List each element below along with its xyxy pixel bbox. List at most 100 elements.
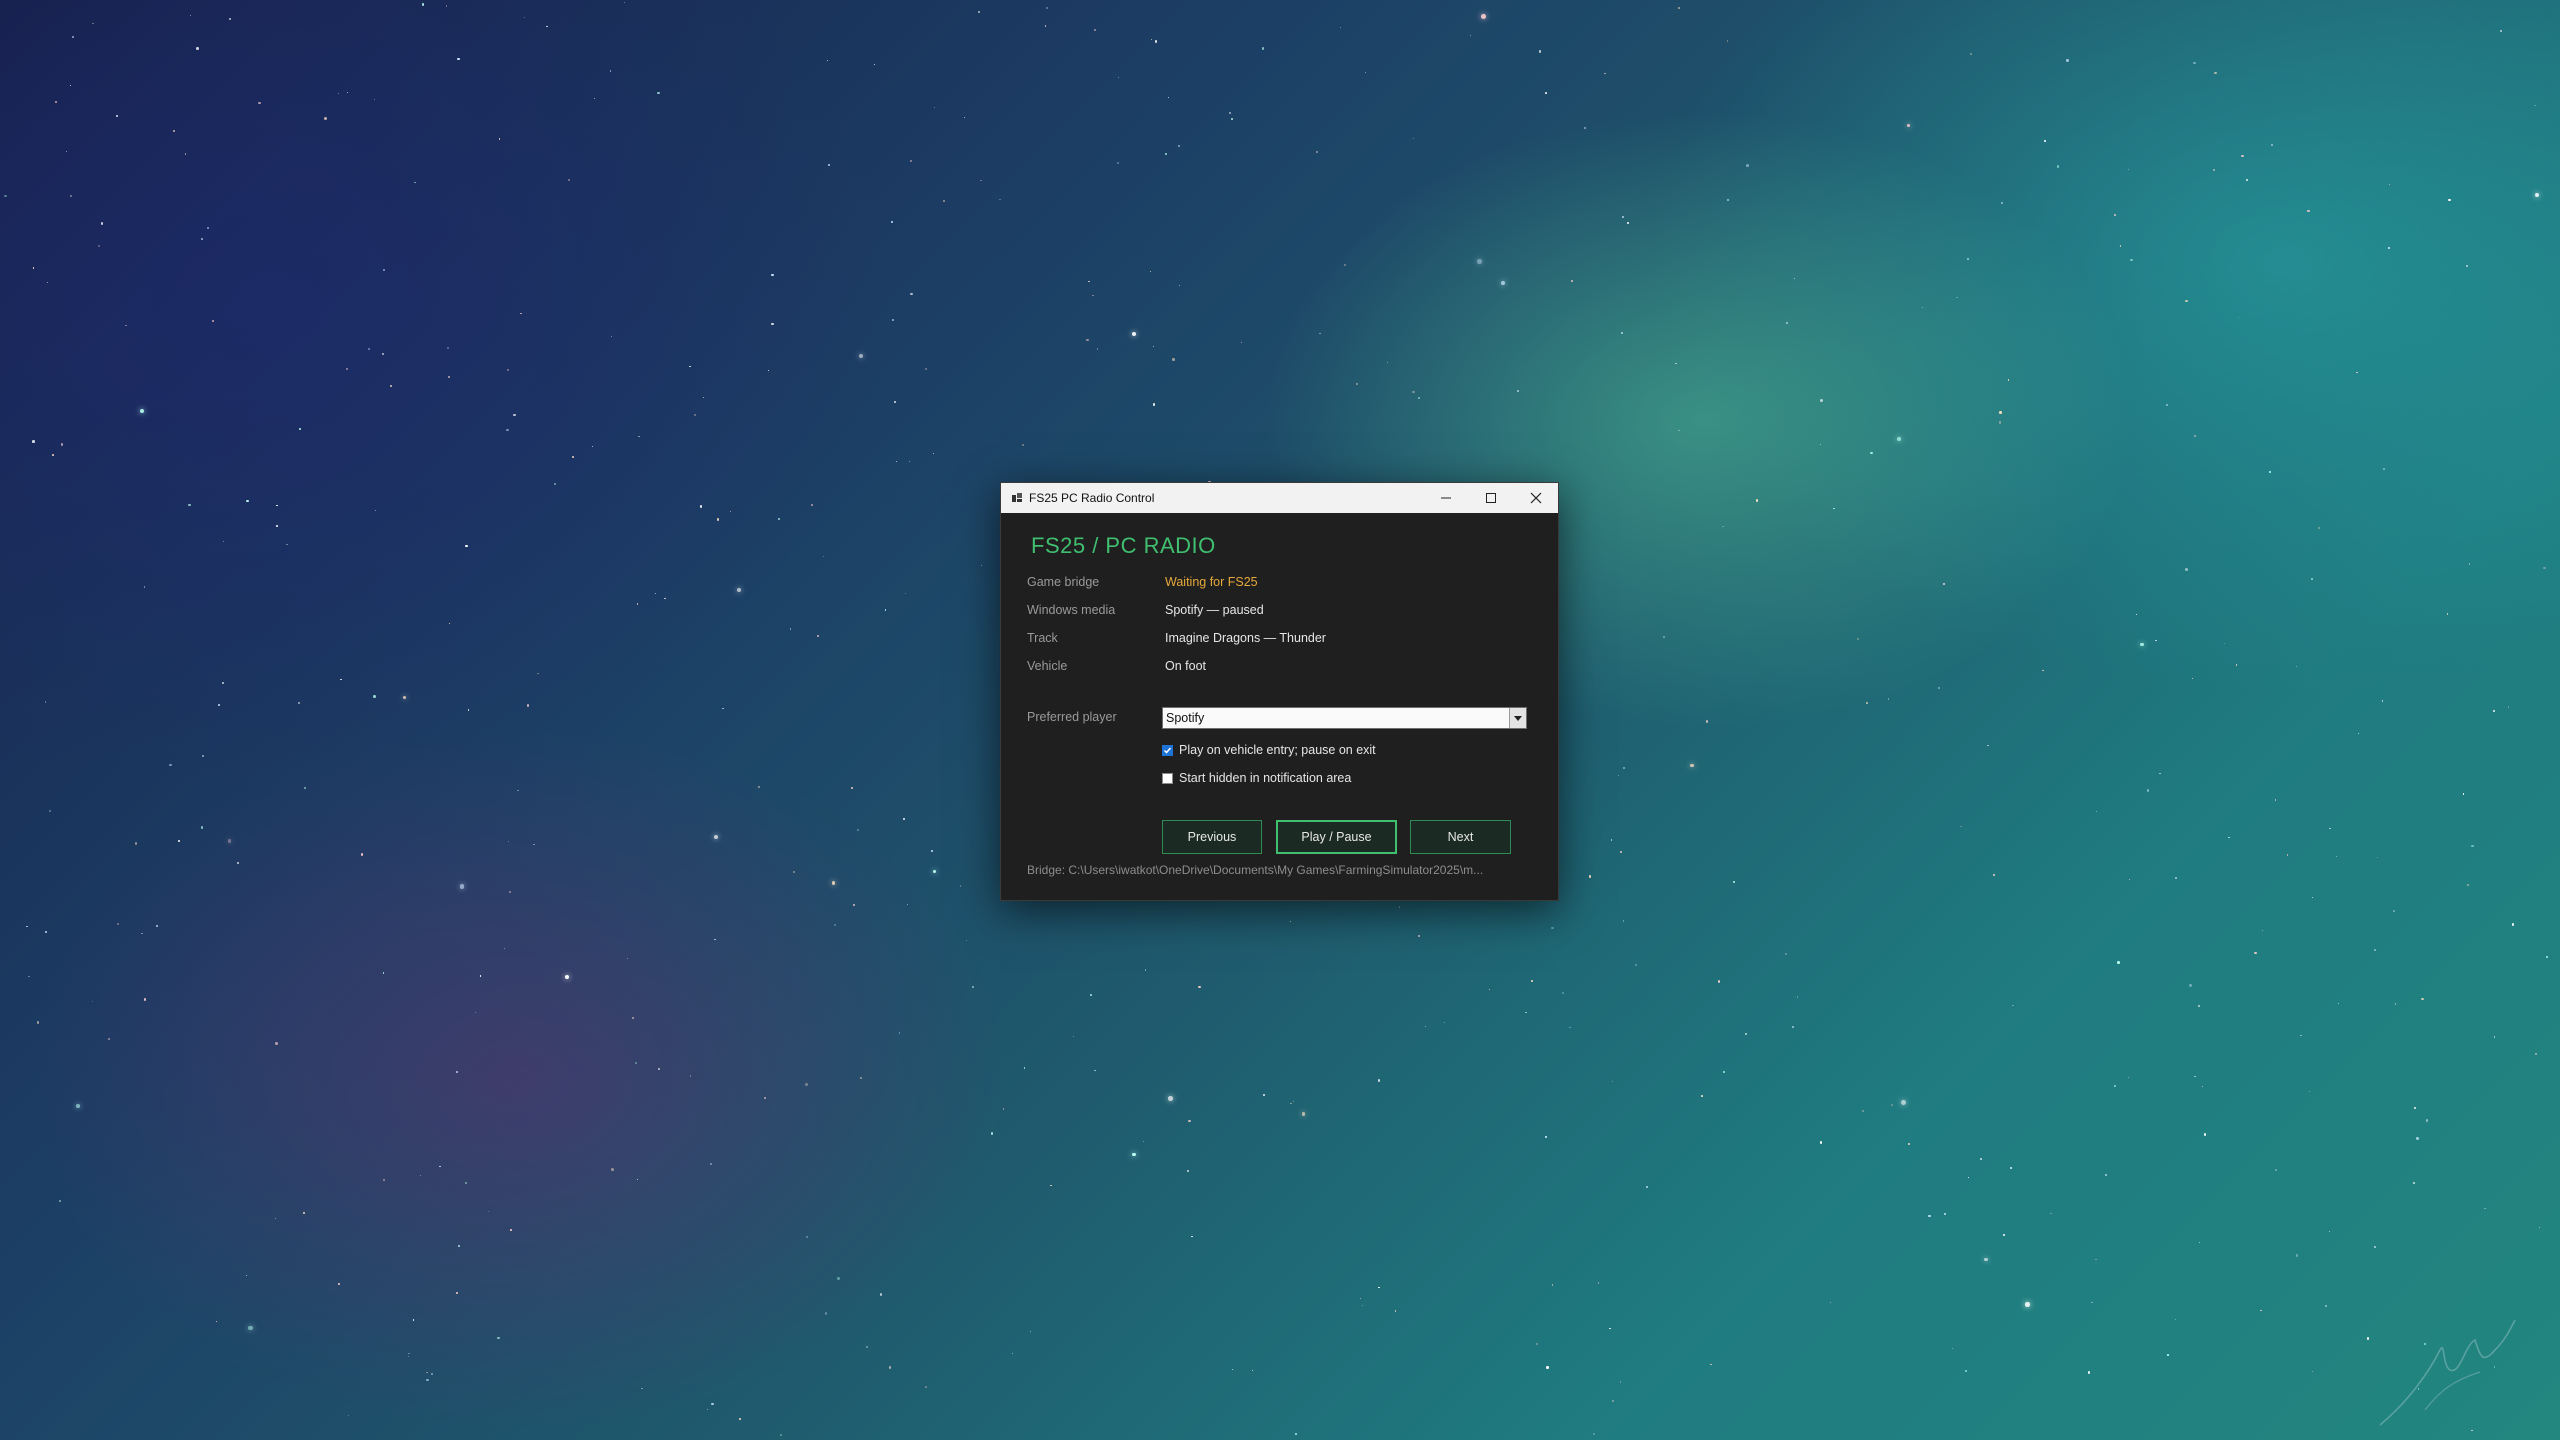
star: [431, 1373, 433, 1375]
star: [1378, 1286, 1381, 1289]
star: [439, 1165, 441, 1168]
star: [571, 456, 574, 459]
play-pause-button[interactable]: Play / Pause: [1276, 820, 1397, 854]
star: [2193, 61, 2196, 64]
star: [2492, 709, 2495, 712]
star: [1951, 1347, 1953, 1350]
star: [657, 1068, 660, 1070]
star: [1186, 1169, 1189, 1172]
vehicle-label: Vehicle: [1027, 659, 1068, 673]
star: [1674, 362, 1677, 365]
star: [143, 586, 145, 588]
star: [513, 414, 516, 417]
star: [694, 413, 697, 417]
checkmark-icon: [1163, 747, 1172, 754]
star: [467, 709, 470, 711]
star: [891, 318, 894, 322]
star: [532, 843, 535, 846]
star: [48, 810, 51, 813]
star: [2499, 30, 2502, 33]
star: [458, 1245, 461, 1248]
star: [739, 1417, 742, 1420]
chevron-down-icon[interactable]: [1509, 708, 1526, 728]
auto-play-option[interactable]: Play on vehicle entry; pause on exit: [1162, 743, 1376, 757]
star: [2311, 896, 2314, 898]
star: [421, 3, 424, 6]
title-bar[interactable]: FS25 PC Radio Control: [1001, 483, 1558, 513]
star: [2538, 1226, 2541, 1229]
star: [457, 57, 460, 60]
star: [1819, 1141, 1822, 1144]
star: [59, 1200, 62, 1203]
star: [2507, 706, 2510, 708]
star: [337, 92, 340, 95]
star: [2511, 923, 2514, 926]
star: [906, 903, 909, 906]
star: [2462, 793, 2465, 795]
star: [711, 1402, 714, 1406]
star: [2199, 1241, 2201, 1243]
star: [764, 1097, 767, 1100]
star: [1604, 72, 1606, 75]
star: [1792, 1025, 1794, 1028]
star: [610, 70, 612, 72]
star: [611, 1168, 614, 1171]
star: [1623, 766, 1626, 769]
start-hidden-option[interactable]: Start hidden in notification area: [1162, 771, 1351, 785]
star: [488, 1210, 490, 1212]
auto-play-checkbox[interactable]: [1162, 744, 1173, 756]
star: [1690, 764, 1694, 768]
start-hidden-checkbox[interactable]: [1162, 772, 1173, 784]
star: [1610, 839, 1612, 841]
previous-button[interactable]: Previous: [1162, 820, 1262, 854]
star: [1251, 1369, 1254, 1372]
star: [1289, 921, 1291, 923]
maximize-button[interactable]: [1468, 483, 1513, 513]
star: [2012, 1004, 2014, 1006]
star: [1626, 221, 1630, 225]
star: [507, 840, 510, 843]
star: [258, 101, 261, 105]
star: [2007, 379, 2010, 382]
minimize-button[interactable]: [1423, 483, 1468, 513]
star: [2087, 1371, 2091, 1374]
star: [2377, 857, 2379, 859]
star: [2308, 1090, 2311, 1093]
star: [2328, 1230, 2331, 1233]
star: [703, 396, 705, 398]
star: [777, 518, 780, 521]
star: [2202, 1086, 2204, 1088]
star: [611, 336, 613, 338]
star: [419, 1175, 421, 1177]
close-button[interactable]: [1513, 483, 1558, 513]
star: [207, 227, 209, 229]
preferred-player-select[interactable]: Spotify: [1162, 707, 1527, 729]
star: [2135, 614, 2138, 616]
star: [1571, 279, 1574, 282]
star: [636, 603, 639, 605]
star: [304, 787, 306, 789]
star: [1722, 525, 1724, 528]
star: [347, 1414, 350, 1417]
star: [999, 198, 1001, 201]
star: [2466, 884, 2469, 886]
star: [2275, 1169, 2277, 1171]
star: [1717, 980, 1721, 983]
star: [977, 10, 981, 14]
star: [1088, 280, 1091, 283]
star: [1726, 40, 1729, 42]
star: [1545, 1136, 1547, 1138]
star: [1231, 117, 1233, 120]
star: [2147, 789, 2150, 792]
star: [1086, 338, 1089, 341]
star: [706, 1408, 709, 1411]
next-button[interactable]: Next: [1410, 820, 1511, 854]
star: [635, 1062, 637, 1064]
star: [623, 1, 626, 3]
star: [2448, 198, 2451, 202]
star: [1500, 281, 1505, 285]
star: [1167, 97, 1170, 99]
star: [520, 312, 522, 315]
star: [2113, 213, 2116, 216]
star: [2311, 577, 2314, 580]
